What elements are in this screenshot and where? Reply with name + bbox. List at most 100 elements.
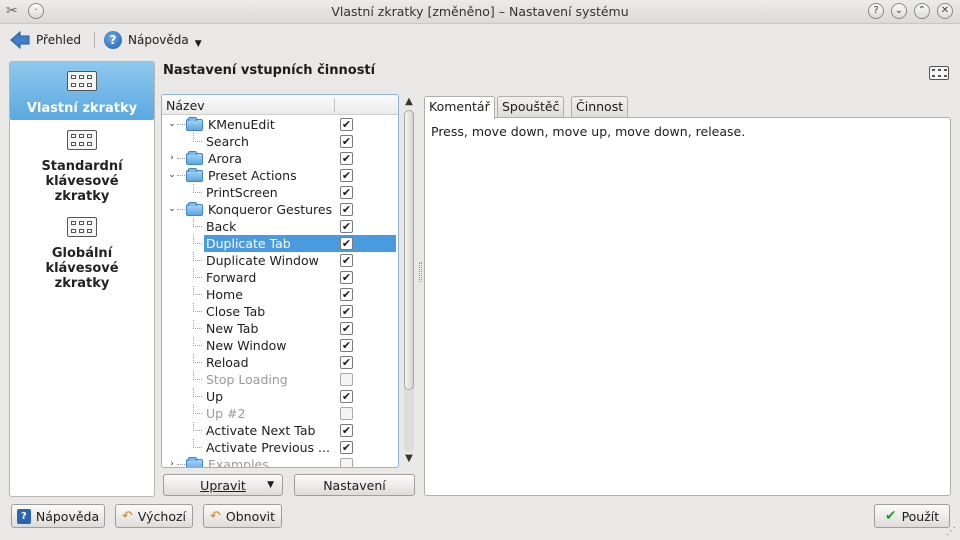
tree-connector [177, 464, 185, 465]
tree-item-row[interactable]: Close Tab ✔ [162, 303, 398, 320]
toolbar-separator [94, 32, 95, 48]
scroll-thumb[interactable] [404, 110, 414, 390]
tree-item-row[interactable]: Activate Next Tab ✔ [162, 422, 398, 439]
tab-action[interactable]: Činnost [571, 96, 629, 118]
tree-folder-row[interactable]: ⌄ Preset Actions ✔ [162, 167, 398, 184]
tree-item-row[interactable]: PrintScreen ✔ [162, 184, 398, 201]
column-divider[interactable] [334, 98, 335, 112]
help-window-button[interactable]: ? [868, 3, 884, 19]
maximize-button[interactable]: ⌃ [914, 3, 930, 19]
window-titlebar[interactable]: ✂ · Vlastní zkratky [změněno] – Nastaven… [0, 0, 960, 24]
scroll-down-arrow[interactable]: ▼ [404, 453, 414, 465]
enabled-checkbox[interactable] [340, 458, 353, 467]
chevron-down-icon[interactable]: ⌄ [167, 117, 177, 131]
tree-folder-row[interactable]: › Arora ✔ [162, 150, 398, 167]
enabled-checkbox[interactable]: ✔ [340, 288, 353, 301]
apply-button[interactable]: ✔ Použít [874, 504, 950, 528]
tree-folder-row[interactable]: ⌄ Konqueror Gestures ✔ [162, 201, 398, 218]
category-standard-shortcuts[interactable]: Standardní klávesové zkratky [10, 126, 154, 206]
tree-connector [193, 379, 202, 380]
tree-item-row[interactable]: Reload ✔ [162, 354, 398, 371]
tree-connector [193, 328, 202, 329]
chevron-right-icon[interactable]: › [167, 151, 177, 165]
help-menu-button[interactable]: ? Nápověda ▼ [104, 28, 202, 52]
tree-row-label: Arora [208, 151, 242, 166]
tab-comment[interactable]: Komentář [424, 96, 495, 119]
enabled-checkbox[interactable]: ✔ [340, 441, 353, 454]
tree-connector [177, 175, 185, 176]
tree-item-row[interactable]: Duplicate Window ✔ [162, 252, 398, 269]
enabled-checkbox[interactable]: ✔ [340, 424, 353, 437]
enabled-checkbox[interactable] [340, 407, 353, 420]
help-label: Nápověda [35, 508, 100, 524]
tab-trigger[interactable]: Spouštěč [497, 96, 565, 118]
chevron-down-icon[interactable]: ⌄ [167, 202, 177, 216]
scroll-up-arrow[interactable]: ▲ [404, 96, 414, 108]
keyboard-icon [67, 217, 97, 237]
chevron-right-icon[interactable]: › [167, 457, 177, 467]
enabled-checkbox[interactable]: ✔ [340, 152, 353, 165]
tree-header[interactable]: Název [162, 95, 398, 115]
enabled-checkbox[interactable]: ✔ [340, 356, 353, 369]
enabled-checkbox[interactable]: ✔ [340, 220, 353, 233]
enabled-checkbox[interactable]: ✔ [340, 271, 353, 284]
minimize-button[interactable]: ⌄ [891, 3, 907, 19]
enabled-checkbox[interactable]: ✔ [340, 203, 353, 216]
defaults-button[interactable]: ↶ Výchozí [115, 504, 193, 528]
tree-row-label: Stop Loading [206, 372, 288, 387]
actions-tree[interactable]: Název ⌄ KMenuEdit ✔ Search ✔ › Arora ✔ ⌄ Preset A… [161, 94, 399, 468]
tree-item-row[interactable]: New Tab ✔ [162, 320, 398, 337]
reset-button[interactable]: ↶ Obnovit [203, 504, 282, 528]
tree-row-label: Search [206, 134, 249, 149]
tree-item-row[interactable]: New Window ✔ [162, 337, 398, 354]
tree-row-label: Activate Next Tab [206, 423, 316, 438]
enabled-checkbox[interactable]: ✔ [340, 135, 353, 148]
comment-text[interactable]: Press, move down, move up, move down, re… [431, 124, 745, 139]
close-button[interactable]: ✕ [937, 3, 953, 19]
comment-editor[interactable]: Press, move down, move up, move down, re… [424, 117, 951, 496]
tree-item-row[interactable]: Home ✔ [162, 286, 398, 303]
folder-icon [186, 202, 203, 216]
enabled-checkbox[interactable]: ✔ [340, 322, 353, 335]
enabled-checkbox[interactable]: ✔ [340, 186, 353, 199]
tree-scrollbar[interactable]: ▲ ▼ [401, 94, 417, 468]
tree-folder-row[interactable]: ⌄ KMenuEdit ✔ [162, 116, 398, 133]
tree-folder-row[interactable]: › Examples [162, 456, 398, 467]
enabled-checkbox[interactable]: ✔ [340, 118, 353, 131]
resize-grip-icon[interactable]: ⋰ [946, 526, 956, 537]
tree-connector [177, 209, 185, 210]
undo-arrow-icon: ↶ [122, 508, 133, 524]
tree-item-row[interactable]: Stop Loading [162, 371, 398, 388]
tree-row-label: Close Tab [206, 304, 266, 319]
tree-connector [193, 294, 202, 295]
enabled-checkbox[interactable]: ✔ [340, 305, 353, 318]
enabled-checkbox[interactable] [340, 373, 353, 386]
question-mark-icon: ? [104, 31, 122, 49]
enabled-checkbox[interactable]: ✔ [340, 390, 353, 403]
panel-splitter-handle[interactable] [419, 262, 422, 282]
enabled-checkbox[interactable]: ✔ [340, 254, 353, 267]
enabled-checkbox[interactable]: ✔ [340, 237, 353, 250]
edit-dropdown-button[interactable]: Upravit ▼ [163, 474, 283, 496]
tree-item-row[interactable]: Forward ✔ [162, 269, 398, 286]
tree-item-row[interactable]: Search ✔ [162, 133, 398, 150]
tree-connector [193, 311, 202, 312]
category-custom-shortcuts[interactable]: Vlastní zkratky [10, 62, 154, 120]
overview-button[interactable]: Přehled [10, 28, 81, 52]
column-header-name[interactable]: Název [166, 98, 205, 113]
settings-button[interactable]: Nastavení [294, 474, 415, 496]
tree-item-row[interactable]: Up ✔ [162, 388, 398, 405]
enabled-checkbox[interactable]: ✔ [340, 169, 353, 182]
settings-label: Nastavení [323, 477, 386, 493]
keyboard-icon [67, 130, 97, 150]
tree-item-row[interactable]: Duplicate Tab ✔ [162, 235, 398, 252]
tree-item-row[interactable]: Back ✔ [162, 218, 398, 235]
apply-label: Použít [901, 508, 940, 524]
tree-item-row[interactable]: Activate Previous ... ✔ [162, 439, 398, 456]
help-button[interactable]: ? Nápověda [11, 504, 105, 528]
keyboard-icon [929, 66, 949, 80]
chevron-down-icon[interactable]: ⌄ [167, 168, 177, 182]
category-global-shortcuts[interactable]: Globální klávesové zkratky [10, 213, 154, 293]
enabled-checkbox[interactable]: ✔ [340, 339, 353, 352]
tree-item-row[interactable]: Up #2 [162, 405, 398, 422]
